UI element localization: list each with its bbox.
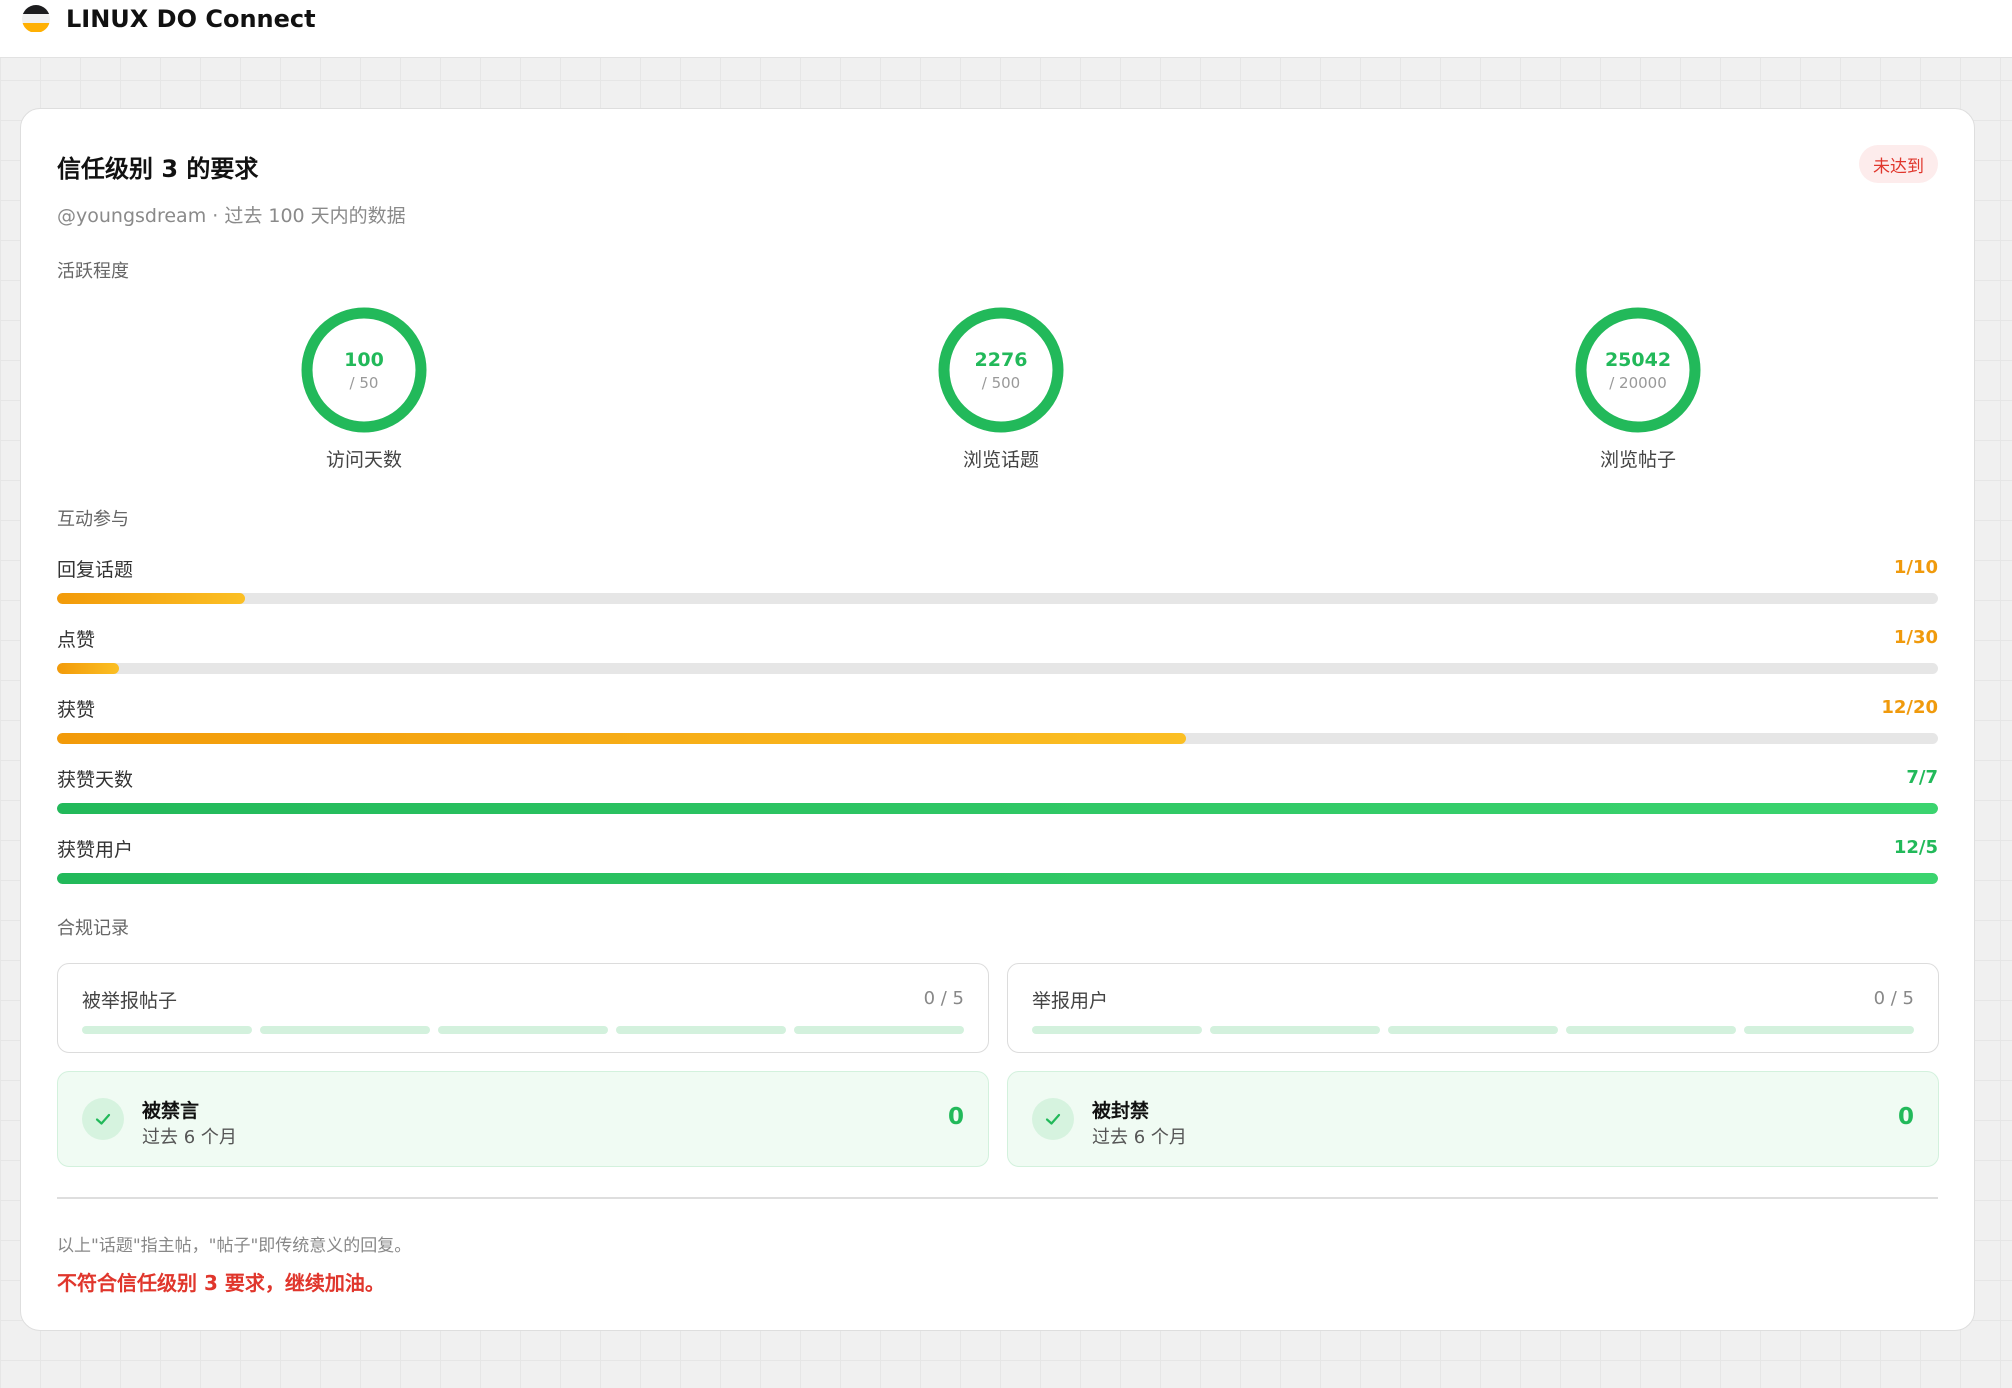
bar-label: 点赞 <box>57 629 96 651</box>
footnote: 以上"话题"指主帖，"帖子"即传统意义的回复。 <box>57 1236 412 1256</box>
linux-do-logo-icon[interactable] <box>22 4 50 33</box>
progress-fill <box>57 873 1938 884</box>
ring-visit-days: 100 / 50 访问天数 <box>264 307 464 472</box>
card-title: 信任级别 3 的要求 <box>57 155 259 183</box>
bar-row-liked-days: 获赞天数 7/7 <box>57 765 1938 817</box>
interaction-section-label: 互动参与 <box>57 509 129 530</box>
segment <box>616 1026 786 1034</box>
check-icon <box>1032 1098 1074 1140</box>
check-icon <box>82 1098 124 1140</box>
progress-ring: 25042 / 20000 <box>1575 307 1701 433</box>
progress-fill <box>57 663 120 674</box>
bar-value: 7/7 <box>1906 767 1938 788</box>
segment <box>794 1026 964 1034</box>
brand-title[interactable]: LINUX DO Connect <box>66 5 316 33</box>
progress-track <box>57 593 1938 604</box>
bar-value: 1/10 <box>1893 557 1938 578</box>
penalty-period: 过去 6 个月 <box>1092 1127 1187 1148</box>
segmented-progress <box>1032 1026 1914 1034</box>
bar-label: 获赞 <box>57 699 96 721</box>
bar-row-liked-users: 获赞用户 12/5 <box>57 835 1938 887</box>
progress-track <box>57 873 1938 884</box>
activity-section-label: 活跃程度 <box>57 261 129 282</box>
segment <box>1032 1026 1202 1034</box>
progress-fill <box>57 803 1938 814</box>
ring-value: 2276 <box>974 349 1028 371</box>
ring-viewed-topics: 2276 / 500 浏览话题 <box>901 307 1101 472</box>
progress-ring: 2276 / 500 <box>938 307 1064 433</box>
progress-track <box>57 733 1938 744</box>
segment <box>260 1026 430 1034</box>
reported-posts-box: 被举报帖子 0 / 5 <box>57 963 989 1053</box>
penalty-title: 被禁言 <box>142 1100 200 1122</box>
bar-row-likes-received: 获赞 12/20 <box>57 695 1938 747</box>
progress-fill <box>57 733 1186 744</box>
progress-fill <box>57 593 246 604</box>
segmented-progress <box>82 1026 964 1034</box>
bar-value: 12/5 <box>1893 837 1938 858</box>
ring-value: 100 <box>344 349 384 371</box>
penalty-count: 0 <box>1897 1104 1914 1130</box>
ring-label: 浏览话题 <box>962 449 1039 471</box>
report-label: 被举报帖子 <box>82 990 178 1012</box>
segment <box>438 1026 608 1034</box>
reported-users-box: 举报用户 0 / 5 <box>1007 963 1939 1053</box>
penalty-count: 0 <box>947 1104 964 1130</box>
report-value: 0 / 5 <box>1873 988 1914 1009</box>
penalty-title: 被封禁 <box>1092 1100 1150 1122</box>
ring-target: / 500 <box>981 374 1021 392</box>
segment <box>82 1026 252 1034</box>
ring-label: 访问天数 <box>325 449 402 471</box>
bar-label: 获赞用户 <box>57 839 134 861</box>
suspended-box: 被封禁 过去 6 个月 0 <box>1007 1071 1939 1167</box>
progress-track <box>57 803 1938 814</box>
progress-track <box>57 663 1938 674</box>
bar-row-likes-given: 点赞 1/30 <box>57 625 1938 677</box>
bar-row-reply-topics: 回复话题 1/10 <box>57 555 1938 607</box>
segment <box>1210 1026 1380 1034</box>
ring-viewed-posts: 25042 / 20000 浏览帖子 <box>1538 307 1738 472</box>
ring-target: / 50 <box>349 374 379 392</box>
verdict-message: 不符合信任级别 3 要求，继续加油。 <box>57 1271 385 1295</box>
divider <box>57 1197 1938 1199</box>
report-label: 举报用户 <box>1032 990 1109 1012</box>
bar-value: 12/20 <box>1881 697 1938 718</box>
segment <box>1744 1026 1914 1034</box>
status-badge: 未达到 <box>1859 145 1938 183</box>
compliance-section-label: 合规记录 <box>57 918 129 939</box>
ring-target: / 20000 <box>1609 374 1667 392</box>
ring-value: 25042 <box>1604 349 1672 371</box>
bar-value: 1/30 <box>1893 627 1938 648</box>
trust-level-card: 信任级别 3 的要求 未达到 @youngsdream · 过去 100 天内的… <box>20 108 1975 1331</box>
segment <box>1566 1026 1736 1034</box>
ring-label: 浏览帖子 <box>1599 449 1676 471</box>
segment <box>1388 1026 1558 1034</box>
silenced-box: 被禁言 过去 6 个月 0 <box>57 1071 989 1167</box>
top-bar: LINUX DO Connect <box>0 0 2012 58</box>
report-value: 0 / 5 <box>923 988 964 1009</box>
bar-label: 获赞天数 <box>57 769 134 791</box>
penalty-period: 过去 6 个月 <box>142 1127 237 1148</box>
progress-ring: 100 / 50 <box>301 307 427 433</box>
bar-label: 回复话题 <box>57 559 134 581</box>
card-subtitle: @youngsdream · 过去 100 天内的数据 <box>57 205 406 227</box>
